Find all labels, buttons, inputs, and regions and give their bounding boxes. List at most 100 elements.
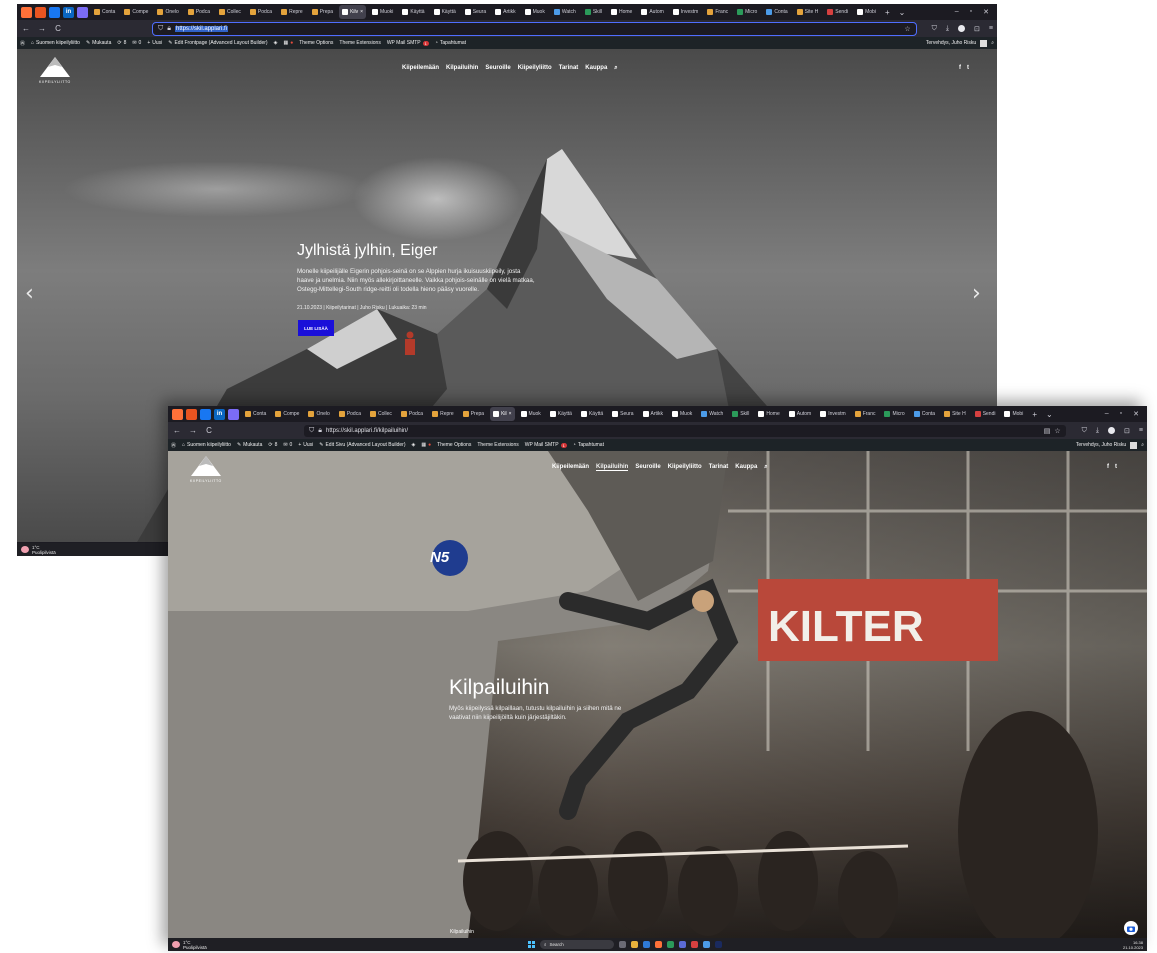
url-text[interactable]: https://skil.applari.fi/kilpailuihin/	[326, 428, 408, 434]
admin-theme-options[interactable]: Theme Options	[437, 442, 471, 448]
browser-tab[interactable]: Muok	[669, 407, 695, 421]
admin-comments-link[interactable]: ✉ 0	[283, 442, 292, 448]
download-icon[interactable]: ⤓	[1096, 427, 1099, 435]
browser-tab[interactable]: Seura	[609, 407, 636, 421]
facebook-icon[interactable]	[200, 408, 211, 420]
nav-item[interactable]: Seuroille	[485, 65, 510, 72]
admin-customize-link[interactable]: ✎ Mukauta	[86, 40, 111, 46]
file-explorer-icon[interactable]	[631, 941, 638, 948]
browser-tab[interactable]: Repre	[429, 407, 457, 421]
app-taskbar-icon-3[interactable]	[691, 941, 698, 948]
admin-mail-link[interactable]: WP Mail SMTP 1	[387, 40, 429, 46]
browser-tab[interactable]: Podca	[185, 5, 213, 19]
twitter-icon[interactable]: t	[1115, 464, 1117, 470]
site-logo[interactable]: KIIPEILYLIITTO	[39, 57, 71, 84]
nav-item[interactable]: Seuroille	[635, 464, 660, 471]
admin-events-link[interactable]: ◔ Tapahtumat	[435, 40, 466, 46]
diamond-icon[interactable]: ◈	[412, 442, 416, 448]
app-taskbar-icon[interactable]	[667, 941, 674, 948]
browser-tab[interactable]: Seura	[462, 5, 489, 19]
browser-tab[interactable]: Prepa	[460, 407, 487, 421]
nav-item[interactable]: Kiipeilemään	[552, 464, 589, 471]
mail-app-icon[interactable]	[643, 941, 650, 948]
maximize-button[interactable]: ▫	[970, 8, 972, 16]
admin-new-link[interactable]: + Uusi	[298, 442, 313, 448]
reload-icon[interactable]: C	[204, 426, 214, 435]
site-search-icon[interactable]: ⌕	[764, 464, 767, 471]
pocket-icon[interactable]: ⛉	[1082, 427, 1087, 435]
nav-item[interactable]: Tarinat	[709, 464, 729, 471]
browser-tab[interactable]: Site H	[794, 5, 822, 19]
browser-tab[interactable]: Artikk	[492, 5, 519, 19]
app-icon[interactable]	[35, 6, 46, 18]
browser-tab[interactable]: Kilv ×	[339, 5, 367, 19]
pocket-icon[interactable]: ⛉	[932, 25, 937, 33]
firefox-taskbar-icon[interactable]	[655, 941, 662, 948]
twitter-icon[interactable]: t	[967, 65, 969, 71]
shield-icon[interactable]: ⛉	[309, 427, 314, 435]
account-icon[interactable]	[958, 24, 966, 32]
read-more-button[interactable]: LUE LISÄÄ	[298, 320, 334, 336]
admin-cache-link[interactable]: ▦ ●	[283, 40, 293, 46]
admin-updates-link[interactable]: ⟳ 8	[268, 442, 277, 448]
admin-theme-extensions[interactable]: Theme Extensions	[477, 442, 518, 448]
admin-site-link[interactable]: ⌂ Suomen kiipeilyliitto	[182, 442, 231, 448]
browser-tab[interactable]: Podca	[398, 407, 426, 421]
wordpress-logo-icon[interactable]: Ⓦ	[171, 442, 176, 449]
admin-edit-link[interactable]: ✎ Edit Frontpage (Advanced Layout Builder…	[168, 40, 267, 46]
browser-tab[interactable]: Skill	[582, 5, 605, 19]
browser-tab[interactable]: Skill	[729, 407, 752, 421]
browser-tab[interactable]: Käyttä	[547, 407, 575, 421]
back-icon[interactable]: ←	[21, 24, 31, 33]
url-text[interactable]: https://skil.applari.fi	[174, 25, 229, 32]
diamond-icon[interactable]: ◈	[274, 40, 278, 46]
photoshop-taskbar-icon[interactable]	[715, 941, 722, 948]
tab-list-button[interactable]: ⌄	[896, 8, 909, 17]
app-icon[interactable]	[186, 408, 197, 420]
back-icon[interactable]: ←	[172, 426, 182, 435]
admin-new-link[interactable]: + Uusi	[147, 40, 162, 46]
admin-theme-options[interactable]: Theme Options	[299, 40, 333, 46]
nav-item[interactable]: Kiipeilemään	[402, 65, 439, 72]
site-logo[interactable]: KIIPEILYLIITTO	[190, 456, 222, 483]
browser-tab[interactable]: Onelo	[154, 5, 181, 19]
address-bar[interactable]: ⛉ 🔒︎ https://skil.applari.fi/kilpailuihi…	[304, 424, 1066, 437]
nav-item[interactable]: Kilpailuihin	[446, 65, 478, 72]
minimize-button[interactable]: –	[1105, 410, 1109, 418]
shield-icon[interactable]: ⛉	[158, 25, 163, 33]
maximize-button[interactable]: ▫	[1120, 410, 1122, 418]
browser-tab[interactable]: Investm	[817, 407, 849, 421]
slider-next-arrow[interactable]: ›	[972, 281, 981, 306]
browser-tab[interactable]: Micro	[734, 5, 760, 19]
nav-item[interactable]: Kilpailuihin	[596, 464, 629, 471]
browser-tab[interactable]: Conta	[911, 407, 938, 421]
browser-tab[interactable]: Sendi	[972, 407, 999, 421]
admin-theme-extensions[interactable]: Theme Extensions	[339, 40, 380, 46]
extensions-icon[interactable]: ⊡	[1124, 427, 1130, 435]
browser-tab[interactable]: Home	[755, 407, 782, 421]
browser-tab[interactable]: Muok	[518, 407, 544, 421]
facebook-icon[interactable]: f	[1107, 464, 1109, 470]
account-icon[interactable]	[1108, 426, 1116, 434]
forward-icon[interactable]: →	[188, 426, 198, 435]
nav-item[interactable]: Tarinat	[559, 65, 579, 72]
admin-cache-link[interactable]: ▦ ●	[421, 442, 431, 448]
app-taskbar-icon-2[interactable]	[679, 941, 686, 948]
nav-item[interactable]: Kauppa	[585, 65, 607, 72]
browser-tab[interactable]: Kil ×	[490, 407, 515, 421]
menu-icon[interactable]: ≡	[1139, 427, 1143, 435]
browser-tab[interactable]: Onelo	[305, 407, 332, 421]
lock-icon[interactable]: 🔒︎	[167, 25, 171, 33]
admin-comments-link[interactable]: ✉ 0	[132, 40, 141, 46]
browser-tab[interactable]: Investm	[670, 5, 702, 19]
minimize-button[interactable]: –	[955, 8, 959, 16]
wordpress-logo-icon[interactable]: Ⓦ	[20, 40, 25, 47]
admin-events-link[interactable]: ◔ Tapahtumat	[573, 442, 604, 448]
facebook-icon[interactable]	[49, 6, 60, 18]
browser-tab[interactable]: Collec	[216, 5, 244, 19]
browser-tab[interactable]: Site H	[941, 407, 969, 421]
browser-tab[interactable]: Autom	[638, 5, 666, 19]
weather-widget[interactable]: 1°C Puolipilvistä	[21, 545, 56, 555]
new-tab-button[interactable]: +	[882, 8, 893, 17]
admin-account[interactable]: Tervehdys, Juho Risku ⌕	[926, 39, 994, 47]
